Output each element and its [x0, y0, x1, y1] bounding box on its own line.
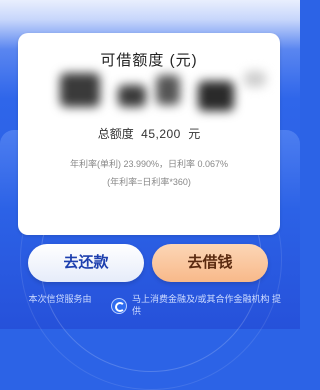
- blurred-digit: [198, 81, 234, 111]
- service-provider-footer: 本次信贷服务由 马上消费金融及/或其合作金融机构 提供: [20, 289, 282, 323]
- total-unit: 元: [188, 127, 201, 141]
- interest-rate-text: 年利率(单利) 23.990%，日利率 0.067%: [69, 159, 229, 169]
- total-value: 45,200: [141, 127, 181, 141]
- total-credit-line: 总额度 45,200 元: [18, 125, 280, 142]
- total-label: 总额度: [97, 127, 134, 141]
- blurred-digit: [60, 73, 100, 107]
- available-amount-value-blurred: [58, 71, 268, 133]
- provider-logo-icon: [111, 298, 127, 314]
- blurred-digit: [156, 75, 180, 105]
- rate-formula-text: (年利率=日利率*360): [107, 177, 191, 187]
- blurred-digit: [118, 85, 146, 107]
- footer-left-text: 本次信贷服务由: [28, 294, 92, 304]
- blurred-digit: [244, 71, 266, 87]
- available-amount-title: 可借额度 (元): [100, 52, 198, 69]
- footer-right-text: 马上消费金融及/或其合作金融机构 提供: [132, 294, 282, 316]
- borrow-button[interactable]: 去借钱: [152, 244, 268, 282]
- credit-card: 可借额度 (元) 总额度 45,200 元 年利率(单利) 23.990%，日利…: [18, 33, 280, 235]
- repay-button[interactable]: 去还款: [28, 244, 144, 282]
